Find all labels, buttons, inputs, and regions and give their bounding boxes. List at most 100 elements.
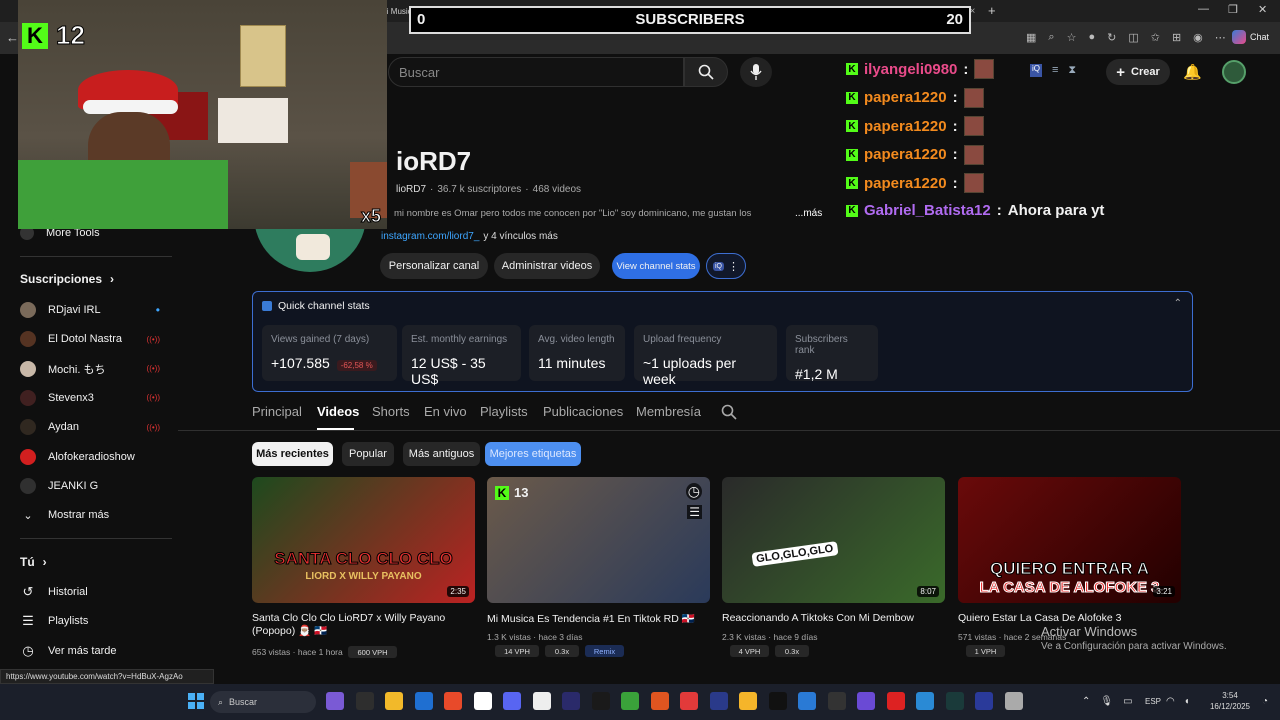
file-explorer-icon[interactable] [385,692,403,710]
display-icon[interactable]: ▭ [1123,696,1132,707]
tab-posts[interactable]: Publicaciones [543,404,623,419]
list-icon[interactable]: ≡ [1052,64,1058,77]
office-icon[interactable] [444,692,462,710]
photoshop-icon[interactable] [975,692,993,710]
discord-icon[interactable] [503,692,521,710]
zoom-icon[interactable]: ⌕ [1048,31,1054,44]
video-title[interactable]: Mi Musica Es Tendencia #1 En Tiktok RD 🇩… [487,612,712,625]
view-channel-stats-button[interactable]: View channel stats [612,253,700,279]
sidebar-item-playlists[interactable]: ☰ Playlists [20,611,160,631]
taskbar-search[interactable]: ⌕ Buscar [210,691,316,713]
watch-later-icon[interactable]: ◷ [685,483,702,500]
edge-icon[interactable] [916,692,934,710]
sidebar-item-history[interactable]: ↺ Historial [20,582,160,602]
video-thumbnail[interactable]: GLO,GLO,GLO 8:07 [722,477,945,603]
sidebar-item-subscription[interactable]: El Dotol Nastra ((•)) [20,329,160,349]
chip-most-recent[interactable]: Más recientes [252,442,333,466]
chip-best-tags[interactable]: Mejores etiquetas [485,442,581,466]
channel-description[interactable]: mi nombre es Omar pero todos me conocen … [394,208,792,219]
task-view-icon[interactable] [355,692,374,710]
app-icon[interactable] [886,692,905,710]
sidebar-item-subscription[interactable]: Aydan ((•)) [20,417,160,437]
video-thumbnail[interactable]: K 13 ◷ ☰ [487,477,710,603]
youtube-music-icon[interactable] [680,692,698,710]
refresh-icon[interactable]: ↻ [1107,31,1116,44]
voice-search-button[interactable] [740,57,772,87]
brave-icon[interactable] [650,692,669,710]
obs-icon[interactable] [591,692,610,710]
wifi-icon[interactable]: ◠ [1166,696,1175,707]
new-tab-button[interactable]: + [988,3,996,18]
notifications-icon[interactable]: ◔ [1262,696,1268,707]
capcut-icon[interactable] [621,692,639,710]
split-icon[interactable]: ◫ [1128,31,1138,44]
instagram-link[interactable]: instagram.com/liord7_ [381,231,479,242]
tab-membership[interactable]: Membresía [636,404,701,419]
chevron-up-icon[interactable]: ⌃ [1082,696,1090,707]
close-window-button[interactable]: ✕ [1258,3,1267,16]
grid-icon[interactable]: ▦ [1026,31,1036,44]
video-thumbnail[interactable]: QUIERO ENTRAR A LA CASA DE ALOFOKE 3 3:21 [958,477,1181,603]
sidebar-item-subscription[interactable]: JEANKI G [20,476,160,496]
tab-videos[interactable]: Videos [317,404,359,419]
notepad-icon[interactable] [1004,692,1023,710]
sidebar-item-watch-later[interactable]: ◷ Ver más tarde [20,641,160,661]
account-avatar[interactable] [1222,60,1246,84]
microphone-icon[interactable]: 🎙 [1100,696,1113,707]
clock[interactable]: 3:54 16/12/2025 [1206,690,1254,712]
search-button[interactable] [684,57,728,87]
manage-videos-button[interactable]: Administrar videos [494,253,600,279]
minimize-button[interactable]: — [1198,3,1209,15]
copilot-chat-button[interactable]: Chat [1232,30,1269,44]
show-more-button[interactable]: ⌄ Mostrar más [20,505,160,525]
chip-popular[interactable]: Popular [342,442,394,466]
collapse-chevron-icon[interactable]: ⌃ [1174,298,1182,309]
sidebar-item-subscription[interactable]: Stevenx3 ((•)) [20,388,160,408]
notepad-icon[interactable] [473,692,492,710]
tab-live[interactable]: En vivo [424,404,467,419]
profile-icon[interactable]: ◉ [1193,31,1203,44]
description-more-link[interactable]: ...más [795,208,822,219]
subscriptions-heading[interactable]: Suscripciones › [20,272,114,286]
tab-playlists[interactable]: Playlists [480,404,528,419]
create-button[interactable]: + Crear [1106,59,1170,85]
collections-icon[interactable]: ⊞ [1172,31,1181,44]
extension-icon[interactable]: iQ [1030,64,1042,77]
chrome-icon[interactable] [532,692,551,710]
sidebar-item-subscription[interactable]: RDjavi IRL • [20,300,160,320]
volume-icon[interactable]: ◖ [1184,696,1190,707]
video-thumbnail[interactable]: SANTA CLO CLO CLO LIORD X WILLY PAYANO 2:3… [252,477,475,603]
customize-channel-button[interactable]: Personalizar canal [380,253,488,279]
menu-dots-icon[interactable]: ⋯ [1215,31,1226,44]
maximize-button[interactable]: ❐ [1228,3,1238,16]
tiktok-icon[interactable] [768,692,787,710]
app-icon[interactable] [827,692,846,710]
vegas-icon[interactable] [709,692,728,710]
add-to-queue-icon[interactable]: ☰ [687,505,702,519]
start-button[interactable] [188,693,204,709]
cast-icon[interactable]: ⧗ [1068,64,1076,77]
video-title[interactable]: Quiero Estar La Casa De Alofoke 3 [958,612,1183,624]
more-links[interactable]: y 4 vínculos más [483,231,557,242]
gallery-app-icon[interactable] [326,692,344,710]
sidebar-item-subscription[interactable]: Alofokeradioshow [20,447,160,467]
channel-search-button[interactable] [721,404,737,423]
terminal-icon[interactable] [945,692,964,710]
search-input[interactable]: Buscar [388,57,684,87]
video-title[interactable]: Reaccionando A Tiktoks Con Mi Dembow [722,612,947,624]
sidebar-item-subscription[interactable]: Mochi. もち ((•)) [20,359,160,379]
chrome-icon[interactable] [739,692,757,710]
chip-oldest[interactable]: Más antiguos [403,442,480,466]
word-icon[interactable] [798,692,816,710]
store-icon[interactable] [414,692,433,710]
video-title[interactable]: Santa Clo Clo Clo LioRD7 x Willy Payano … [252,612,477,637]
language-indicator[interactable]: ESP [1145,697,1161,706]
tab-principal[interactable]: Principal [252,404,302,419]
extension-icon[interactable]: ● [1088,31,1095,44]
you-heading[interactable]: Tú › [20,555,47,569]
favorite-icon[interactable]: ☆ [1067,31,1077,44]
tab-shorts[interactable]: Shorts [372,404,410,419]
teams-icon[interactable] [857,692,875,710]
notifications-bell-icon[interactable]: 🔔 [1183,63,1202,81]
favorites-icon[interactable]: ✩ [1151,31,1160,44]
